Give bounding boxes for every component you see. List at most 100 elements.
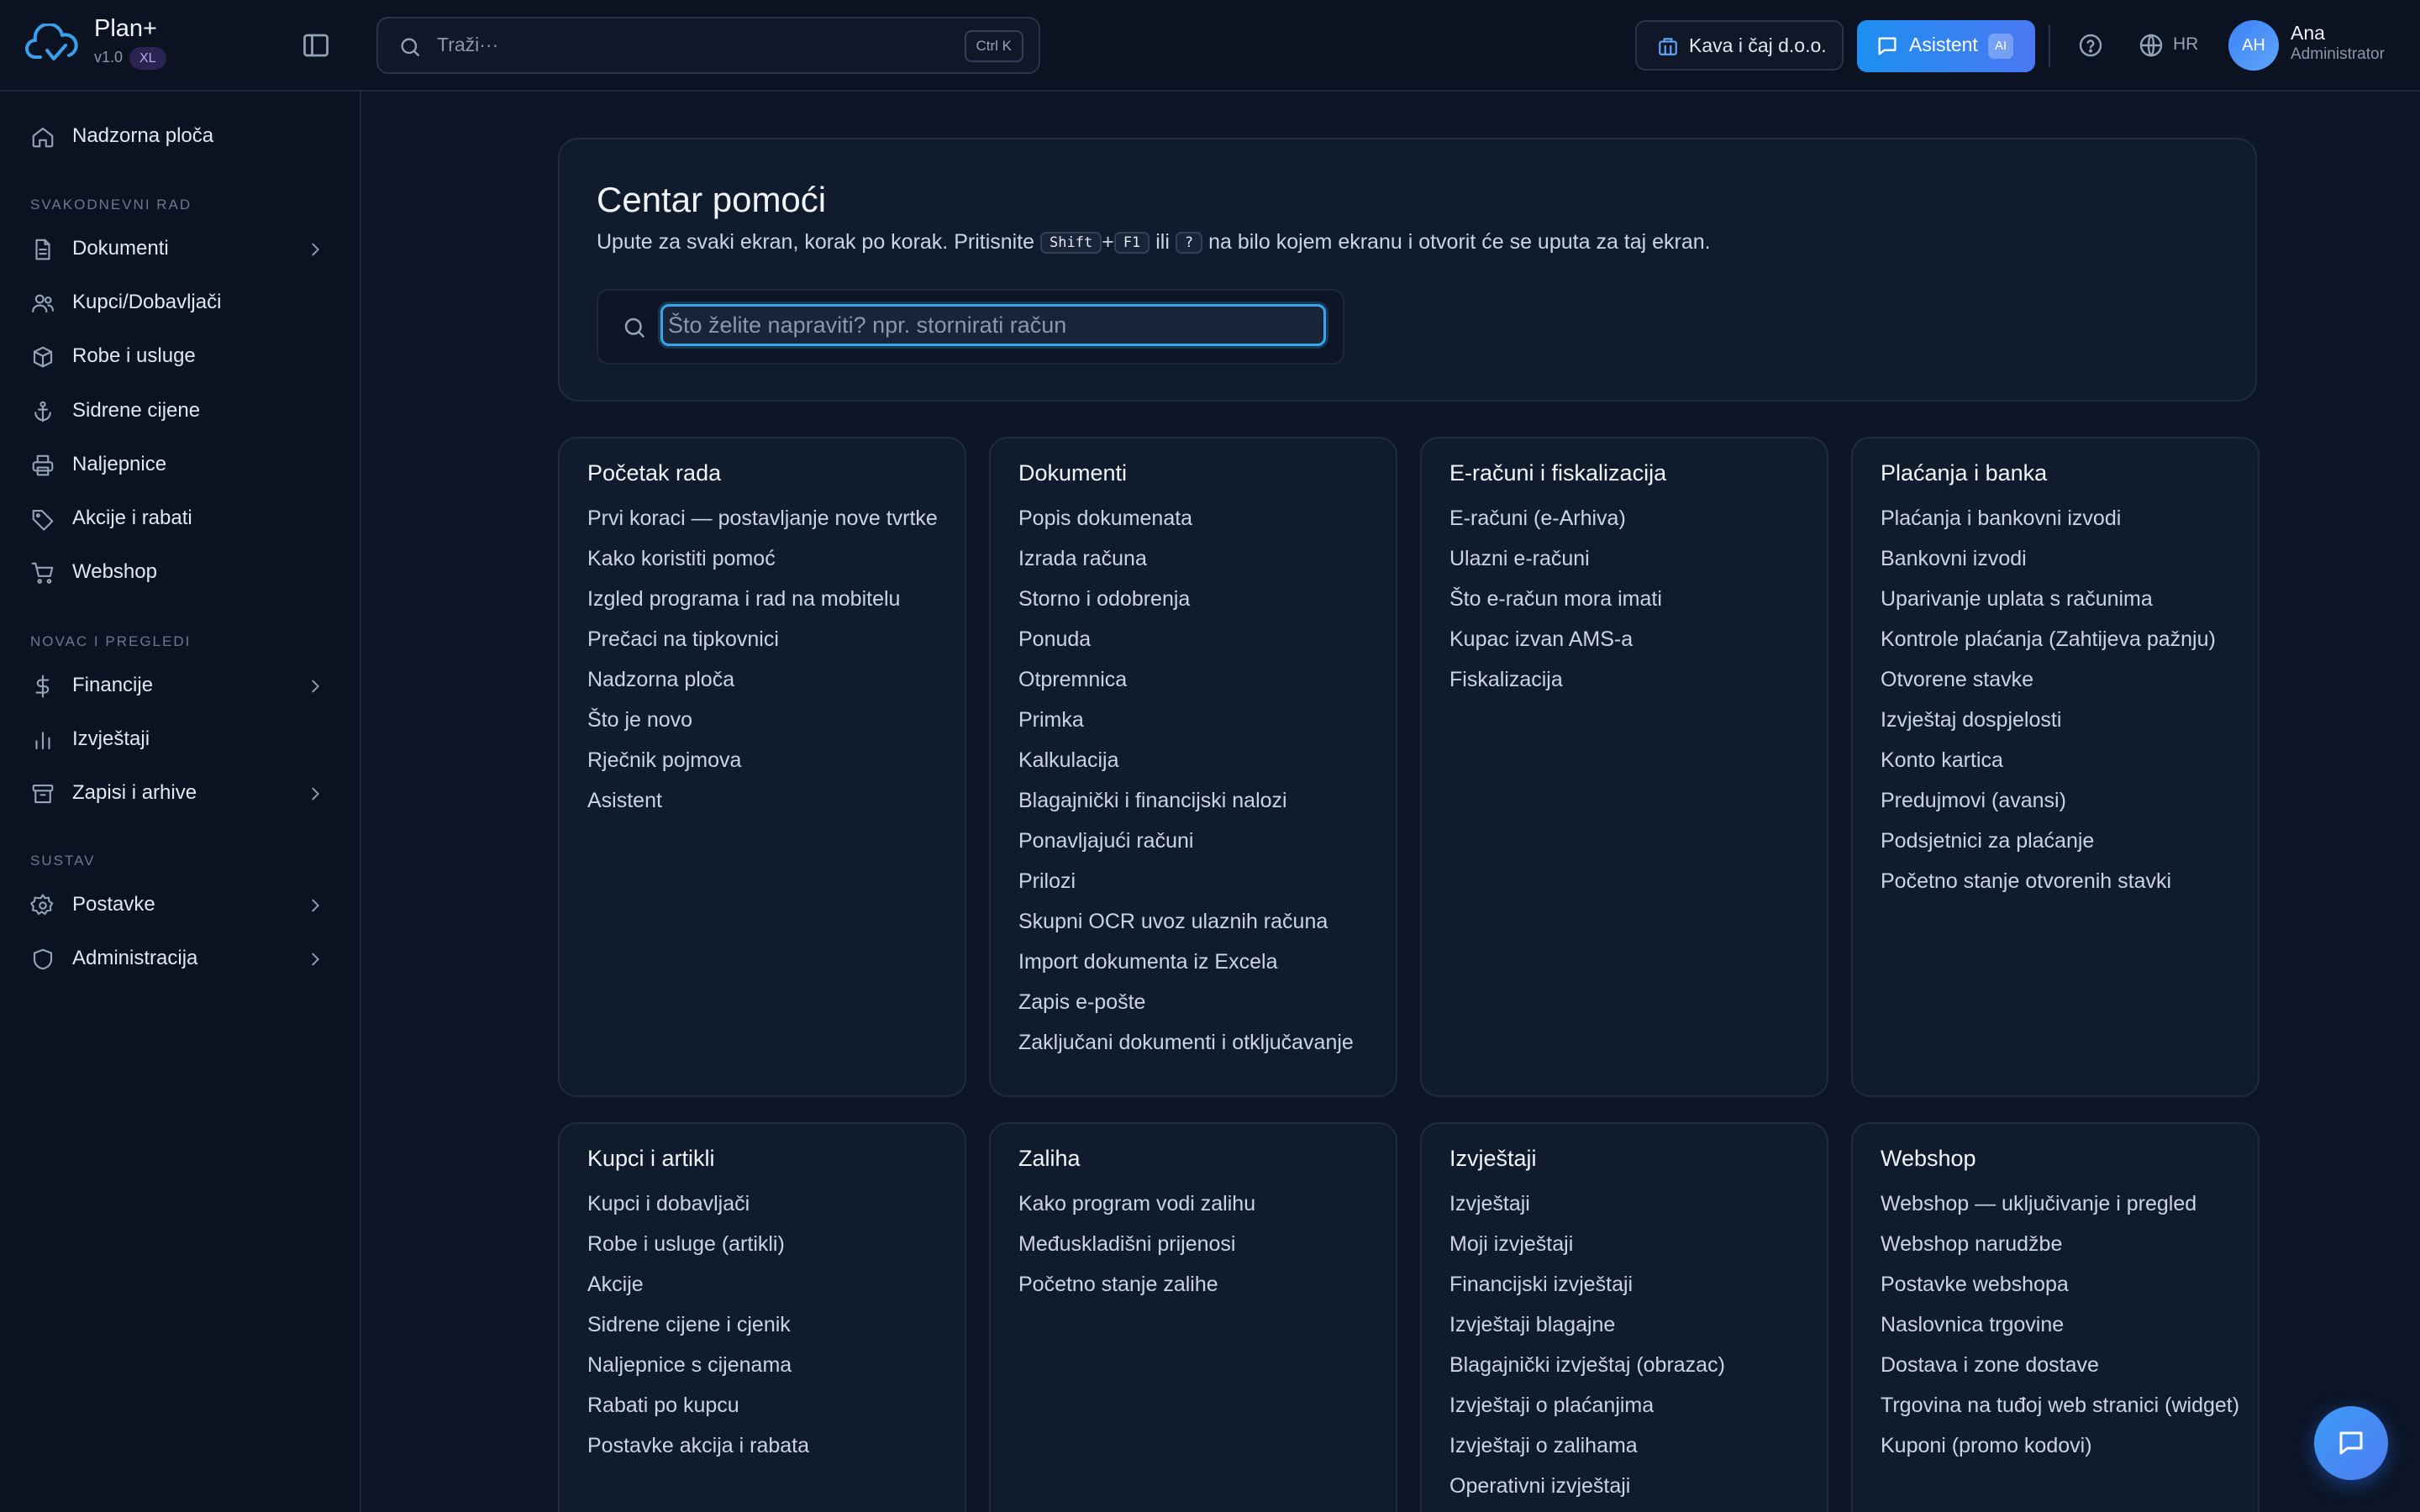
help-topic-link[interactable]: Predujmovi (avansi) xyxy=(1881,785,2242,816)
help-center-hero: Centar pomoći Upute za svaki ekran, kora… xyxy=(558,138,2257,402)
help-topic-link[interactable]: Akcije xyxy=(587,1268,949,1300)
help-topic-link[interactable]: Izvještaji blagajne xyxy=(1449,1309,1811,1341)
help-topic-link[interactable]: Skupni OCR uvoz ulaznih računa xyxy=(1018,906,1380,937)
help-topic-link[interactable]: Sidrene cijene i cjenik xyxy=(587,1309,949,1341)
chat-fab-button[interactable] xyxy=(2314,1406,2388,1480)
sidebar-item-anchor[interactable]: Sidrene cijene xyxy=(15,387,334,434)
help-search-input[interactable] xyxy=(660,304,1326,346)
help-topic-link[interactable]: Plaćanja i bankovni izvodi xyxy=(1881,502,2242,534)
help-topic-link[interactable]: Prvi koraci — postavljanje nove tvrtke xyxy=(587,502,949,534)
avatar[interactable]: AH xyxy=(2228,20,2279,71)
help-topic-link[interactable]: Kako program vodi zalihu xyxy=(1018,1188,1380,1220)
help-topic-link[interactable]: Međuskladišni prijenosi xyxy=(1018,1228,1380,1260)
sidebar-item-label: Zapisi i arhive xyxy=(72,781,197,805)
cloud-logo-icon xyxy=(25,24,81,66)
sidebar-item-cart[interactable]: Webshop xyxy=(15,549,334,596)
help-topic-link[interactable]: Postavke akcija i rabata xyxy=(587,1430,949,1462)
f1-key: F1 xyxy=(1113,232,1150,254)
help-topic-link[interactable]: Nadzorna ploča xyxy=(587,664,949,696)
help-topic-link[interactable]: Blagajnički i financijski nalozi xyxy=(1018,785,1380,816)
sidebar-item-label: Webshop xyxy=(72,560,157,584)
help-topic-link[interactable]: Početno stanje otvorenih stavki xyxy=(1881,865,2242,897)
help-topic-link[interactable]: Naljepnice s cijenama xyxy=(587,1349,949,1381)
help-topic-link[interactable]: Ponuda xyxy=(1018,623,1380,655)
help-topic-link[interactable]: Robe i usluge (artikli) xyxy=(587,1228,949,1260)
help-search-box xyxy=(597,289,1344,365)
help-topic-link[interactable]: Izvještaj dospjelosti xyxy=(1881,704,2242,736)
sidebar-item-gear[interactable]: Postavke xyxy=(15,881,334,928)
help-topic-link[interactable]: Kalkulacija xyxy=(1018,744,1380,776)
help-topic-link[interactable]: Početno stanje zalihe xyxy=(1018,1268,1380,1300)
sidebar-item-bar-chart[interactable]: Izvještaji xyxy=(15,716,334,763)
help-topic-link[interactable]: Storno i odobrenja xyxy=(1018,583,1380,615)
sidebar-item-tag[interactable]: Akcije i rabati xyxy=(15,495,334,542)
help-topic-link[interactable]: Izvještaji xyxy=(1449,1188,1811,1220)
help-topic-link[interactable]: Fiskalizacija xyxy=(1449,664,1811,696)
question-key: ? xyxy=(1175,232,1203,254)
help-topic-link[interactable]: Moji izvještaji xyxy=(1449,1228,1811,1260)
help-topic-link[interactable]: Dostava i zone dostave xyxy=(1881,1349,2242,1381)
help-topic-link[interactable]: Primka xyxy=(1018,704,1380,736)
help-topic-link[interactable]: Izvještaji o plaćanjima xyxy=(1449,1389,1811,1421)
help-topic-link[interactable]: Rječnik pojmova xyxy=(587,744,949,776)
help-topic-link[interactable]: Naslovnica trgovine xyxy=(1881,1309,2242,1341)
help-topic-link[interactable]: Zapis e-pošte xyxy=(1018,986,1380,1018)
help-topic-link[interactable]: Podsjetnici za plaćanje xyxy=(1881,825,2242,857)
help-topic-link[interactable]: E-računi (e-Arhiva) xyxy=(1449,502,1811,534)
help-topic-link[interactable]: Kuponi (promo kodovi) xyxy=(1881,1430,2242,1462)
sidebar-item-shield[interactable]: Administracija xyxy=(15,935,334,982)
sidebar-item-dashboard[interactable]: Nadzorna ploča xyxy=(15,113,334,160)
help-topic-link[interactable]: Trgovina na tuđoj web stranici (widget) xyxy=(1881,1389,2242,1421)
help-topic-link[interactable]: Izrada računa xyxy=(1018,543,1380,575)
sidebar: Nadzorna ploča SVAKODNEVNI RAD Dokumenti Ku… xyxy=(0,92,361,1512)
help-topic-link[interactable]: Konto kartica xyxy=(1881,744,2242,776)
help-topic-link[interactable]: Webshop narudžbe xyxy=(1881,1228,2242,1260)
help-category-card: Webshop Webshop — uključivanje i pregled W… xyxy=(1851,1122,2260,1512)
sidebar-item-dollar[interactable]: Financije xyxy=(15,662,334,709)
chevron-right-icon xyxy=(306,785,324,803)
global-search[interactable]: Traži··· Ctrl K xyxy=(376,17,1040,74)
help-topic-link[interactable]: Blagajnički izvještaj (obrazac) xyxy=(1449,1349,1811,1381)
sidebar-item-users[interactable]: Kupci/Dobavljači xyxy=(15,279,334,326)
sidebar-item-file[interactable]: Dokumenti xyxy=(15,225,334,272)
sidebar-item-label: Naljepnice xyxy=(72,452,167,475)
help-topic-link[interactable]: Kontrole plaćanja (Zahtijeva pažnju) xyxy=(1881,623,2242,655)
help-topic-link[interactable]: Izvještaji o zalihama xyxy=(1449,1430,1811,1462)
help-topic-link[interactable]: Prilozi xyxy=(1018,865,1380,897)
help-topic-link[interactable]: Otvorene stavke xyxy=(1881,664,2242,696)
help-topic-link[interactable]: Što je novo xyxy=(587,704,949,736)
sidebar-toggle-button[interactable] xyxy=(301,30,331,60)
help-topic-link[interactable]: Što e-račun mora imati xyxy=(1449,583,1811,615)
help-topic-link[interactable]: Bankovni izvodi xyxy=(1881,543,2242,575)
help-topic-link[interactable]: Kupci i dobavljači xyxy=(587,1188,949,1220)
sidebar-item-label: Kupci/Dobavljači xyxy=(72,291,222,314)
sidebar-item-printer[interactable]: Naljepnice xyxy=(15,441,334,488)
help-topic-link[interactable]: Otpremnica xyxy=(1018,664,1380,696)
sidebar-item-label: Izvještaji xyxy=(72,727,150,751)
help-topic-link[interactable]: Operativni izvještaji xyxy=(1449,1470,1811,1502)
sidebar-item-archive[interactable]: Zapisi i arhive xyxy=(15,769,334,816)
category-title: E-računi i fiskalizacija xyxy=(1449,460,1667,486)
help-topic-link[interactable]: Webshop — uključivanje i pregled xyxy=(1881,1188,2242,1220)
help-topic-link[interactable]: Popis dokumenata xyxy=(1018,502,1380,534)
help-topic-link[interactable]: Kako koristiti pomoć xyxy=(587,543,949,575)
help-topic-link[interactable]: Import dokumenta iz Excela xyxy=(1018,946,1380,978)
sidebar-item-box[interactable]: Robe i usluge xyxy=(15,333,334,380)
desc-text-after: na bilo kojem ekranu i otvorit će se upu… xyxy=(1208,230,1711,254)
help-topic-link[interactable]: Zaključani dokumenti i otključavanje xyxy=(1018,1026,1380,1058)
help-topic-link[interactable]: Izgled programa i rad na mobitelu xyxy=(587,583,949,615)
company-selector-button[interactable]: Kava i čaj d.o.o. xyxy=(1635,20,1844,71)
help-topic-link[interactable]: Prečaci na tipkovnici xyxy=(587,623,949,655)
sidebar-item-label: Nadzorna ploča xyxy=(72,124,214,147)
help-topic-link[interactable]: Ponavljajući računi xyxy=(1018,825,1380,857)
help-topic-link[interactable]: Uparivanje uplata s računima xyxy=(1881,583,2242,615)
help-topic-link[interactable]: Asistent xyxy=(587,785,949,816)
help-topic-link[interactable]: Postavke webshopa xyxy=(1881,1268,2242,1300)
help-topic-link[interactable]: Kupac izvan AMS-a xyxy=(1449,623,1811,655)
help-circle-icon[interactable] xyxy=(2077,32,2104,59)
assistant-button[interactable]: Asistent AI xyxy=(1857,20,2035,72)
help-topic-link[interactable]: Financijski izvještaji xyxy=(1449,1268,1811,1300)
help-topic-link[interactable]: Rabati po kupcu xyxy=(587,1389,949,1421)
help-topic-link[interactable]: Ulazni e-računi xyxy=(1449,543,1811,575)
language-selector[interactable]: HR xyxy=(2138,32,2198,59)
